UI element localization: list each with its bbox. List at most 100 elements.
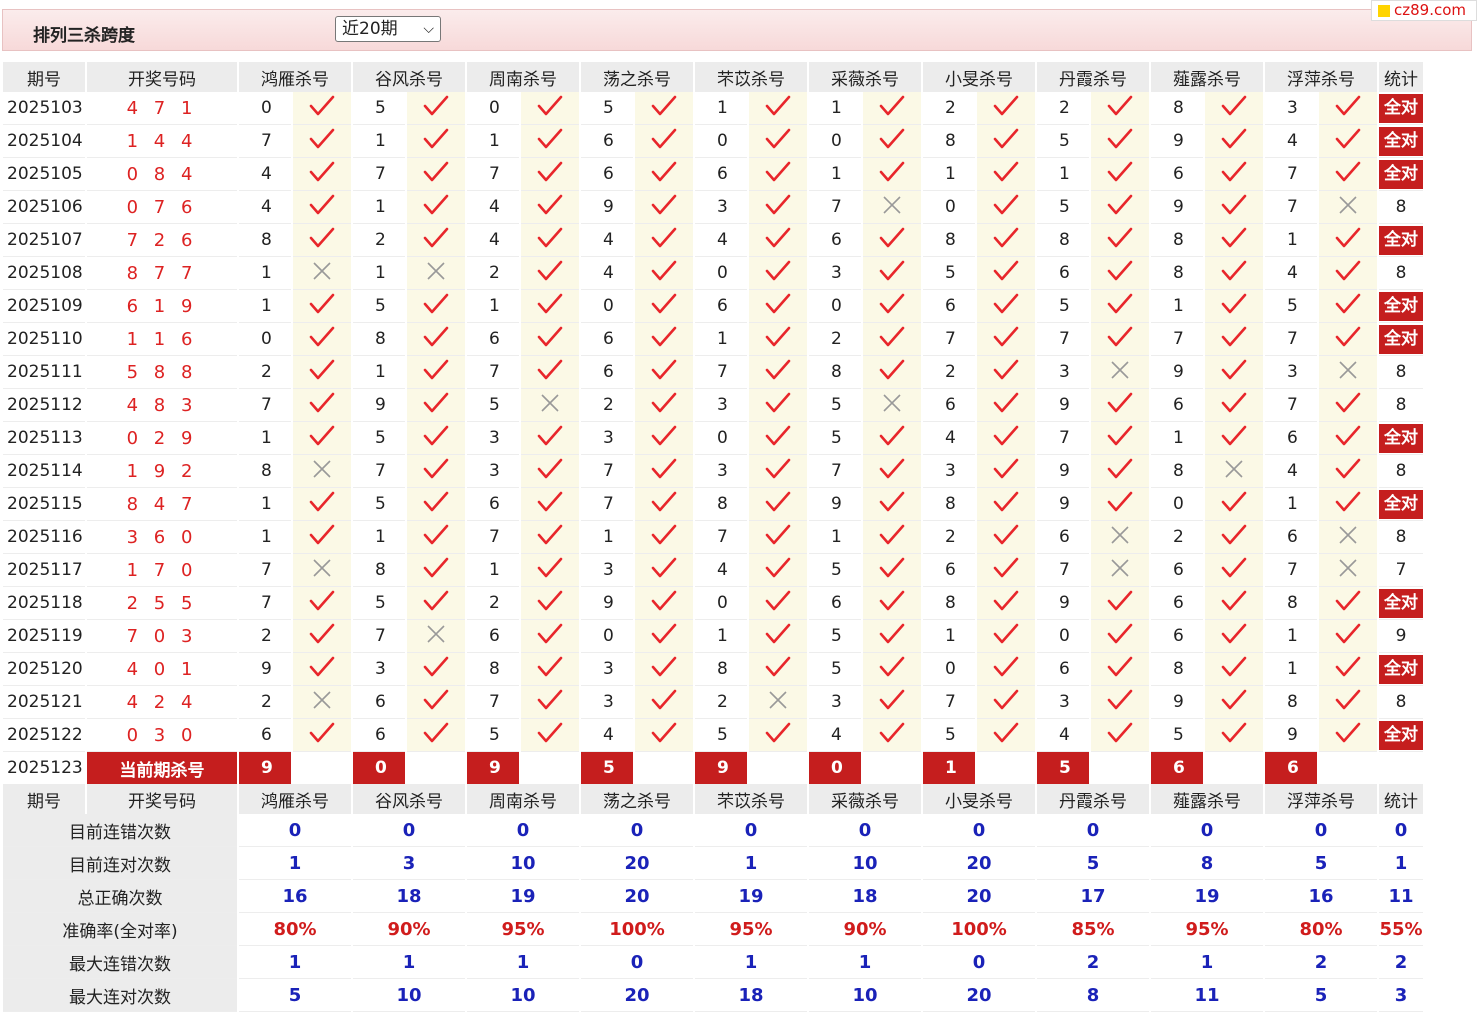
kill-number: 7 bbox=[239, 389, 291, 422]
kill-number: 7 bbox=[809, 191, 861, 224]
hit-mark bbox=[749, 488, 807, 521]
period-select[interactable]: 近20期 ⌵ bbox=[335, 16, 441, 42]
stats-value: 90% bbox=[809, 913, 921, 946]
check-icon bbox=[537, 491, 563, 511]
kill-number: 6 bbox=[695, 290, 747, 323]
check-icon bbox=[537, 458, 563, 478]
draw-numbers: 1 9 2 bbox=[87, 455, 237, 488]
kill-number: 1 bbox=[695, 620, 747, 653]
kill-number: 8 bbox=[353, 323, 405, 356]
check-icon bbox=[993, 95, 1019, 115]
stats-value: 2 bbox=[1037, 946, 1149, 979]
hit-mark bbox=[863, 92, 921, 125]
hit-mark bbox=[521, 422, 579, 455]
stats-value: 0 bbox=[581, 946, 693, 979]
hit-mark bbox=[521, 521, 579, 554]
hit-mark bbox=[977, 92, 1035, 125]
stats-value: 0 bbox=[1037, 814, 1149, 847]
check-icon bbox=[1221, 161, 1247, 181]
all-correct-badge: 全对 bbox=[1379, 654, 1423, 684]
kill-number: 1 bbox=[581, 521, 633, 554]
kill-number: 3 bbox=[581, 554, 633, 587]
stats-value: 18 bbox=[809, 880, 921, 913]
check-icon bbox=[309, 128, 335, 148]
check-icon bbox=[879, 359, 905, 379]
cross-icon bbox=[313, 690, 331, 709]
kill-number: 5 bbox=[695, 719, 747, 752]
kill-number: 8 bbox=[353, 554, 405, 587]
hit-mark bbox=[749, 290, 807, 323]
hit-mark bbox=[407, 455, 465, 488]
hit-mark bbox=[635, 224, 693, 257]
hit-mark bbox=[635, 92, 693, 125]
hit-mark bbox=[1319, 224, 1377, 257]
hit-mark bbox=[1205, 488, 1263, 521]
check-icon bbox=[651, 689, 677, 709]
cross-icon bbox=[1339, 360, 1357, 379]
hit-mark bbox=[863, 125, 921, 158]
kill-number: 1 bbox=[353, 521, 405, 554]
check-icon bbox=[537, 425, 563, 445]
check-icon bbox=[993, 722, 1019, 742]
hit-mark bbox=[1091, 620, 1149, 653]
hit-mark bbox=[293, 653, 351, 686]
stats-value: 10 bbox=[467, 847, 579, 880]
check-icon bbox=[993, 491, 1019, 511]
hit-mark bbox=[1319, 323, 1377, 356]
check-icon bbox=[423, 524, 449, 544]
all-correct-badge: 全对 bbox=[1379, 423, 1423, 453]
site-logo[interactable]: cz89.com bbox=[1371, 0, 1477, 21]
kill-number: 5 bbox=[1037, 125, 1089, 158]
check-icon bbox=[1335, 161, 1361, 181]
kill-number: 9 bbox=[353, 389, 405, 422]
check-icon bbox=[879, 128, 905, 148]
row-stat: 全对 bbox=[1379, 653, 1423, 686]
stats-value: 0 bbox=[1379, 814, 1423, 847]
check-icon bbox=[993, 359, 1019, 379]
check-icon bbox=[651, 293, 677, 313]
check-icon bbox=[765, 392, 791, 412]
column-header: 芣苡杀号 bbox=[695, 784, 807, 814]
check-icon bbox=[309, 359, 335, 379]
hit-mark bbox=[293, 488, 351, 521]
cross-icon bbox=[1111, 525, 1129, 544]
issue-number: 2025107 bbox=[3, 224, 85, 257]
check-icon bbox=[651, 128, 677, 148]
hit-mark bbox=[1091, 719, 1149, 752]
hit-mark bbox=[1205, 554, 1263, 587]
check-icon bbox=[537, 293, 563, 313]
draw-numbers: 8 4 7 bbox=[87, 488, 237, 521]
hit-mark bbox=[863, 587, 921, 620]
kill-number: 6 bbox=[923, 554, 975, 587]
current-kill-number: 0 bbox=[353, 752, 405, 784]
check-icon bbox=[423, 326, 449, 346]
kill-number: 7 bbox=[581, 488, 633, 521]
kill-number: 4 bbox=[239, 191, 291, 224]
check-icon bbox=[1335, 392, 1361, 412]
hit-mark bbox=[863, 290, 921, 323]
issue-number: 2025108 bbox=[3, 257, 85, 290]
cross-icon bbox=[427, 261, 445, 280]
stats-value: 100% bbox=[581, 913, 693, 946]
draw-numbers: 4 2 4 bbox=[87, 686, 237, 719]
kill-number: 3 bbox=[353, 653, 405, 686]
hit-mark bbox=[1319, 620, 1377, 653]
check-icon bbox=[1221, 260, 1247, 280]
check-icon bbox=[1107, 392, 1133, 412]
check-icon bbox=[423, 95, 449, 115]
check-icon bbox=[879, 95, 905, 115]
hit-mark bbox=[1205, 224, 1263, 257]
kill-number: 3 bbox=[467, 422, 519, 455]
column-header: 丹霞杀号 bbox=[1037, 784, 1149, 814]
kill-number: 9 bbox=[1151, 686, 1203, 719]
kill-number: 4 bbox=[581, 257, 633, 290]
check-icon bbox=[309, 392, 335, 412]
row-stat: 8 bbox=[1379, 191, 1423, 224]
kill-number: 1 bbox=[923, 158, 975, 191]
check-icon bbox=[423, 161, 449, 181]
table-row: 2025107 7 2 6 8 2 4 4 4 6 8 8 8 1 全对 bbox=[3, 224, 1423, 257]
hit-mark bbox=[1091, 290, 1149, 323]
kill-number: 5 bbox=[581, 92, 633, 125]
empty-mark bbox=[635, 752, 693, 784]
table-row: 2025108 8 7 711240356848 bbox=[3, 257, 1423, 290]
